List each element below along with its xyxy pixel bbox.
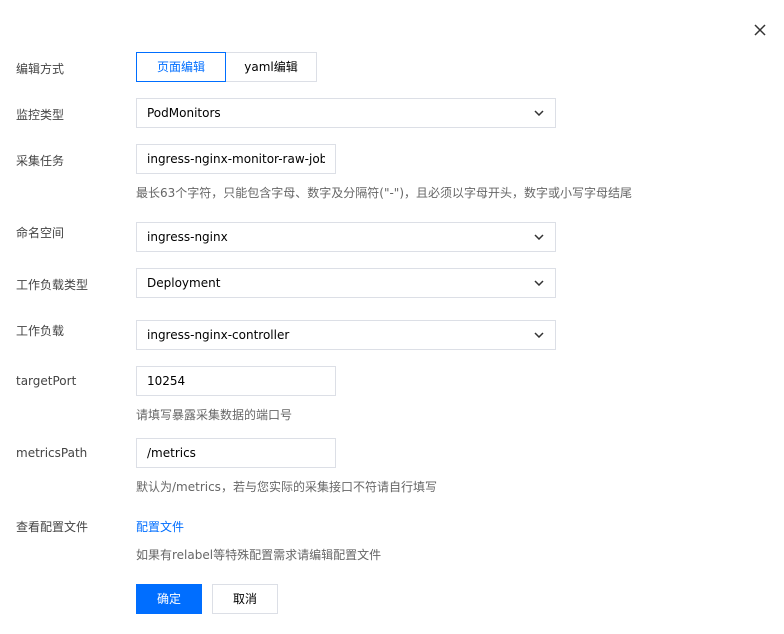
yaml-edit-tab[interactable]: yaml编辑 [225, 52, 317, 82]
workload-value: ingress-nginx-controller [147, 328, 290, 342]
metrics-path-label: metricsPath [16, 446, 88, 460]
workload-label: 工作负载 [16, 324, 65, 338]
workload-type-value: Deployment [147, 276, 221, 290]
monitor-type-select[interactable]: PodMonitors [136, 98, 556, 128]
collect-job-value: ingress-nginx-monitor-raw-job [147, 152, 325, 166]
target-port-label: targetPort [16, 374, 77, 388]
confirm-button[interactable]: 确定 [136, 584, 202, 614]
target-port-input[interactable]: 10254 [136, 366, 336, 396]
target-port-hint: 请填写暴露采集数据的端口号 [136, 408, 293, 422]
collect-job-hint: 最长63个字符，只能包含字母、数字及分隔符("-")，且必须以字母开头，数字或小… [136, 186, 633, 200]
metrics-path-value: /metrics [147, 446, 196, 460]
target-port-value: 10254 [147, 374, 186, 388]
workload-type-select[interactable]: Deployment [136, 268, 556, 298]
collect-job-input[interactable]: ingress-nginx-monitor-raw-job [136, 144, 336, 174]
workload-type-label: 工作负载类型 [16, 278, 89, 292]
config-file-hint: 如果有relabel等特殊配置需求请编辑配置文件 [136, 548, 382, 562]
workload-select[interactable]: ingress-nginx-controller [136, 320, 556, 350]
close-button[interactable] [752, 22, 768, 38]
collect-job-label: 采集任务 [16, 154, 65, 168]
config-file-link[interactable]: 配置文件 [136, 518, 184, 535]
chevron-down-icon [533, 107, 545, 119]
chevron-down-icon [533, 329, 545, 341]
namespace-value: ingress-nginx [147, 230, 228, 244]
monitor-type-label: 监控类型 [16, 108, 65, 122]
metrics-path-hint: 默认为/metrics，若与您实际的采集接口不符请自行填写 [136, 480, 437, 494]
page-edit-tab[interactable]: 页面编辑 [136, 52, 226, 82]
cancel-button[interactable]: 取消 [212, 584, 278, 614]
metrics-path-input[interactable]: /metrics [136, 438, 336, 468]
chevron-down-icon [533, 277, 545, 289]
edit-mode-segmented: 页面编辑 yaml编辑 [136, 52, 317, 82]
monitor-type-value: PodMonitors [147, 106, 221, 120]
edit-mode-label: 编辑方式 [16, 62, 65, 76]
chevron-down-icon [533, 231, 545, 243]
namespace-label: 命名空间 [16, 226, 65, 240]
close-icon [754, 24, 766, 36]
namespace-select[interactable]: ingress-nginx [136, 222, 556, 252]
config-file-label: 查看配置文件 [16, 520, 89, 534]
